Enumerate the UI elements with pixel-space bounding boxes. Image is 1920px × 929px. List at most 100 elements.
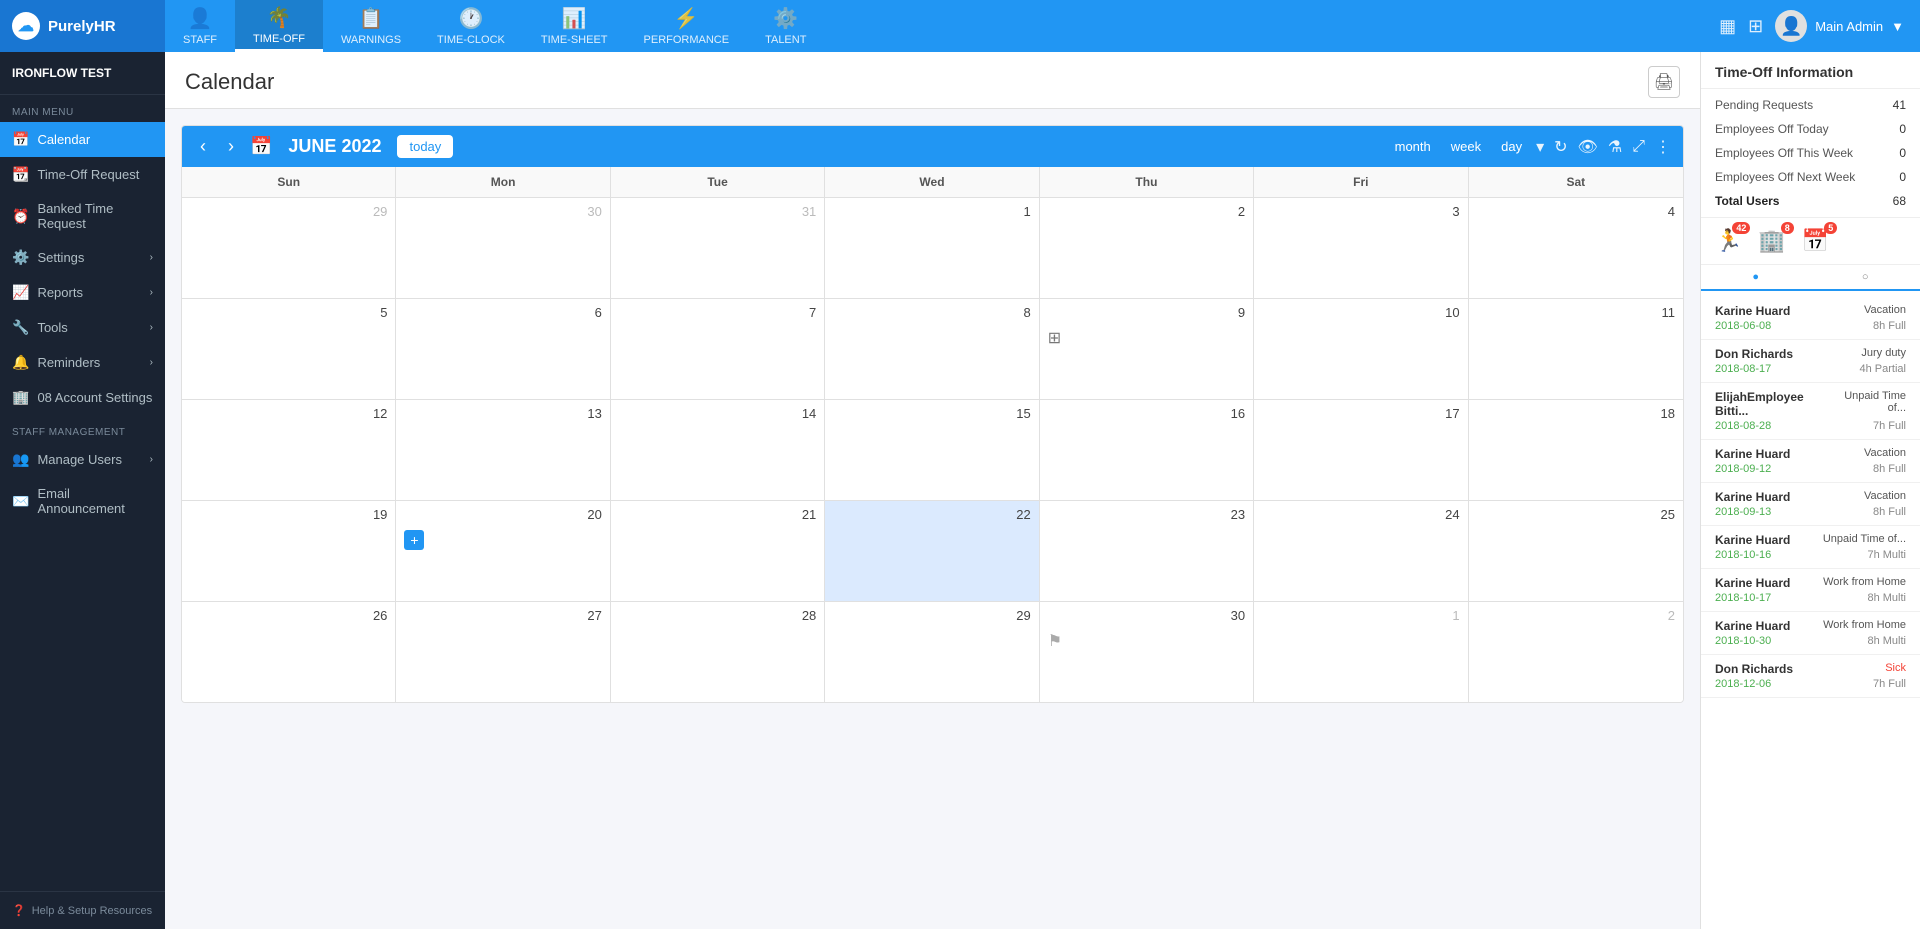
tab-inactive[interactable]: ○ [1811, 265, 1920, 289]
nav-item-performance[interactable]: ⚡ PERFORMANCE [626, 0, 748, 52]
cal-cell[interactable]: 27 [396, 602, 610, 702]
cal-cell[interactable]: 12 [182, 400, 396, 500]
today-button[interactable]: today [397, 135, 453, 158]
cal-cell[interactable]: 5 [182, 299, 396, 399]
logo-area: ☁ PurelyHR [0, 0, 165, 52]
cal-cell[interactable]: 24 [1254, 501, 1468, 601]
nav-item-time-clock[interactable]: 🕐 TIME-CLOCK [419, 0, 523, 52]
cal-cell[interactable]: 1 [825, 198, 1039, 298]
cal-cell[interactable]: 11 [1469, 299, 1683, 399]
cal-more-icon[interactable]: ⋮ [1655, 137, 1671, 157]
cal-cell[interactable]: 6 [396, 299, 610, 399]
nav-item-staff[interactable]: 👤 STAFF [165, 0, 235, 52]
cal-cell[interactable]: 21 [611, 501, 825, 601]
cal-dropdown-icon[interactable]: ▾ [1536, 137, 1544, 157]
pending-badge: 42 [1732, 222, 1750, 234]
sidebar-item-time-off-request[interactable]: 📆 Time-Off Request [0, 157, 165, 192]
cal-cell[interactable]: 7 [611, 299, 825, 399]
prev-month-button[interactable]: ‹ [194, 134, 212, 159]
sidebar-footer[interactable]: ❓ Help & Setup Resources [0, 891, 165, 929]
list-item: Don Richards Jury duty 2018-08-17 4h Par… [1701, 340, 1920, 383]
nav-item-warnings[interactable]: 📋 WARNINGS [323, 0, 419, 52]
cal-cell[interactable]: 8 [825, 299, 1039, 399]
cal-cell[interactable]: 19 [182, 501, 396, 601]
cal-cell[interactable]: 31 [611, 198, 825, 298]
cal-cell[interactable]: 2 [1040, 198, 1254, 298]
cal-cell[interactable]: 18 [1469, 400, 1683, 500]
month-label: JUNE 2022 [288, 136, 381, 157]
cal-cell[interactable]: 25 [1469, 501, 1683, 601]
sidebar-item-banked-time[interactable]: ⏰ Banked Time Request [0, 192, 165, 240]
user-menu[interactable]: 👤 Main Admin ▼ [1775, 10, 1904, 42]
sidebar-item-email-announcement[interactable]: ✉️ Email Announcement [0, 477, 165, 525]
right-panel-header: Time-Off Information [1701, 52, 1920, 89]
requester-name: Karine Huard [1715, 490, 1790, 504]
sidebar-item-settings[interactable]: ⚙️ Settings › [0, 240, 165, 275]
sidebar-item-manage-users[interactable]: 👥 Manage Users › [0, 442, 165, 477]
building-icon-badge[interactable]: 🏢 8 [1758, 228, 1785, 254]
add-event-button[interactable]: + [404, 530, 424, 550]
cal-cell[interactable]: 13 [396, 400, 610, 500]
time-sheet-icon: 📊 [562, 6, 587, 31]
layout-icon[interactable]: ⊞ [1748, 16, 1763, 37]
calendar-day-headers: Sun Mon Tue Wed Thu Fri Sat [182, 167, 1683, 198]
stat-off-next-week-value: 0 [1899, 170, 1906, 184]
grid-icon[interactable]: ▦ [1719, 16, 1736, 37]
cal-cell[interactable]: 15 [825, 400, 1039, 500]
cal-refresh-icon[interactable]: ↻ [1554, 137, 1567, 157]
building-badge: 8 [1781, 222, 1794, 234]
sidebar-item-tools[interactable]: 🔧 Tools › [0, 310, 165, 345]
pending-requests-icon-badge[interactable]: 🏃 42 [1715, 228, 1742, 254]
month-view-button[interactable]: month [1391, 137, 1435, 156]
request-date: 2018-10-16 [1715, 549, 1771, 561]
stat-off-next-week: Employees Off Next Week 0 [1701, 165, 1920, 189]
request-date: 2018-06-08 [1715, 320, 1771, 332]
cal-expand-icon[interactable]: ⤢ [1632, 138, 1645, 156]
sidebar-item-account-settings[interactable]: 🏢 08 Account Settings [0, 380, 165, 415]
cal-cell[interactable]: 20+ [396, 501, 610, 601]
cal-cell[interactable]: 1 [1254, 602, 1468, 702]
cal-cell[interactable]: 29 [825, 602, 1039, 702]
cal-week: 26 27 28 29 30⚑ 1 2 [182, 602, 1683, 702]
nav-item-time-sheet[interactable]: 📊 TIME-SHEET [523, 0, 626, 52]
stat-off-this-week: Employees Off This Week 0 [1701, 141, 1920, 165]
cal-cell[interactable]: 2 [1469, 602, 1683, 702]
day-header-thu: Thu [1040, 167, 1254, 197]
cal-filter-icon[interactable]: ⚗ [1608, 137, 1622, 157]
cal-cell[interactable]: 9⊞ [1040, 299, 1254, 399]
next-month-button[interactable]: › [222, 134, 240, 159]
time-off-request-icon: 📆 [12, 166, 29, 183]
cal-cell[interactable]: 17 [1254, 400, 1468, 500]
sidebar-item-reports[interactable]: 📈 Reports › [0, 275, 165, 310]
nav-item-talent[interactable]: ⚙️ TALENT [747, 0, 824, 52]
sidebar-item-reminders[interactable]: 🔔 Reminders › [0, 345, 165, 380]
cal-cell[interactable]: 16 [1040, 400, 1254, 500]
calendar-icon-badge[interactable]: 📅 5 [1802, 228, 1829, 254]
cal-cell[interactable]: 30 [396, 198, 610, 298]
stat-off-week-label: Employees Off This Week [1715, 146, 1853, 160]
cal-cell[interactable]: 28 [611, 602, 825, 702]
cal-cell[interactable]: 23 [1040, 501, 1254, 601]
help-text: Help & Setup Resources [32, 905, 152, 917]
right-panel-stats: Pending Requests 41 Employees Off Today … [1701, 89, 1920, 218]
cal-cell[interactable]: 14 [611, 400, 825, 500]
time-clock-icon: 🕐 [459, 6, 484, 31]
day-header-tue: Tue [611, 167, 825, 197]
cal-cell[interactable]: 3 [1254, 198, 1468, 298]
print-button[interactable]: 🖨 [1648, 66, 1680, 98]
cal-cell[interactable]: 29 [182, 198, 396, 298]
tab-active[interactable]: ● [1701, 265, 1811, 291]
cal-cell[interactable]: 10 [1254, 299, 1468, 399]
cal-cell-selected[interactable]: 22 [825, 501, 1039, 601]
request-hours: 7h Full [1873, 678, 1906, 690]
cal-cell[interactable]: 4 [1469, 198, 1683, 298]
day-view-button[interactable]: day [1497, 137, 1526, 156]
calendar-toolbar: ‹ › 📅 JUNE 2022 today month week day ▾ ↻… [182, 126, 1683, 167]
sidebar-item-calendar[interactable]: 📅 Calendar [0, 122, 165, 157]
nav-item-time-off[interactable]: 🌴 TIME-OFF [235, 0, 323, 52]
content-header: Calendar 🖨 [165, 52, 1700, 109]
cal-eye-icon[interactable]: 👁 [1578, 137, 1598, 157]
week-view-button[interactable]: week [1447, 137, 1485, 156]
cal-cell[interactable]: 26 [182, 602, 396, 702]
cal-cell[interactable]: 30⚑ [1040, 602, 1254, 702]
